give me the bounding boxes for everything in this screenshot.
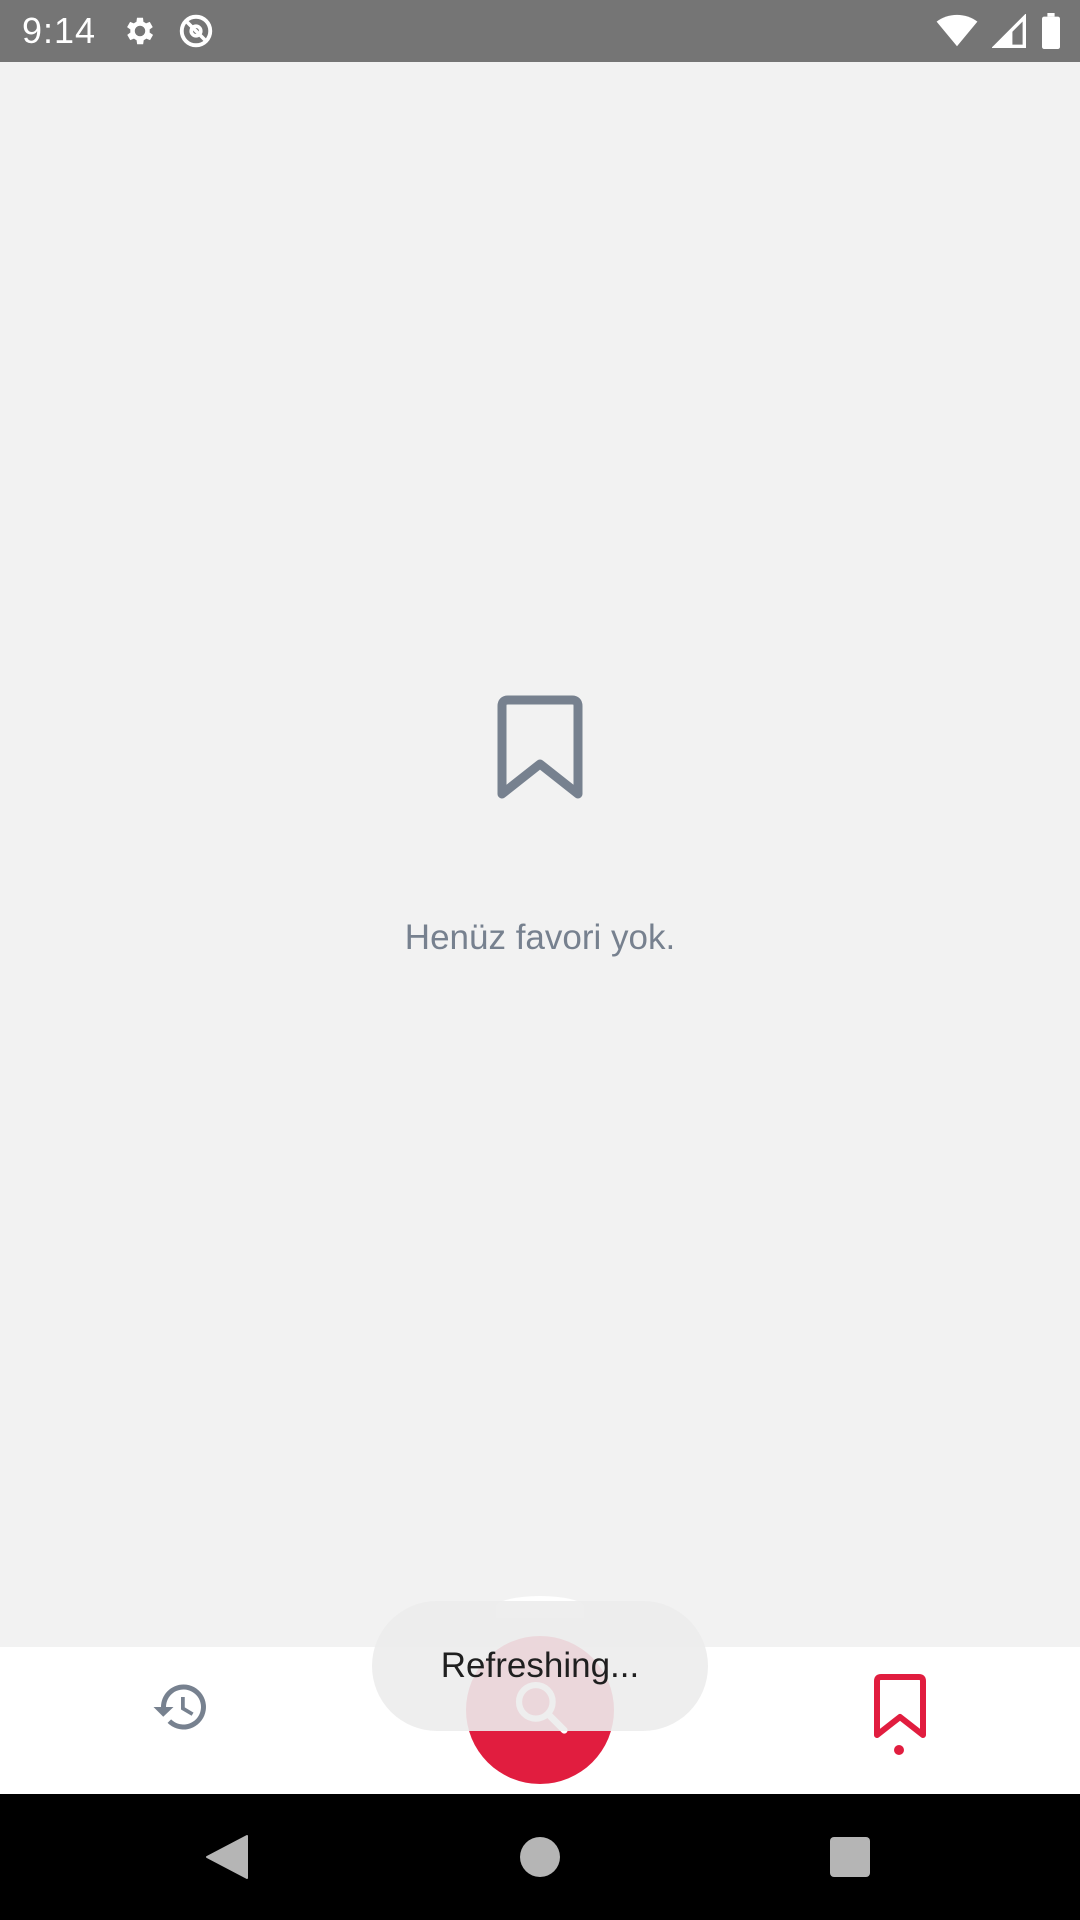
favorites-screen bbox=[0, 62, 1080, 1647]
active-tab-indicator bbox=[894, 1745, 904, 1755]
back-icon[interactable] bbox=[205, 1834, 249, 1880]
status-bar: 9:14 bbox=[0, 0, 1080, 62]
favorites-tab-bookmark-icon[interactable] bbox=[872, 1673, 928, 1741]
empty-state-message: Henüz favori yok. bbox=[404, 918, 676, 957]
toast-text: Refreshing... bbox=[440, 1646, 640, 1685]
status-time: 9:14 bbox=[22, 10, 97, 51]
no-disturb-at-icon bbox=[179, 14, 213, 48]
system-navigation-bar bbox=[0, 1794, 1080, 1920]
cell-signal-icon bbox=[992, 14, 1026, 48]
home-icon[interactable] bbox=[520, 1837, 560, 1877]
settings-gear-icon bbox=[127, 17, 154, 45]
wifi-icon bbox=[936, 14, 978, 47]
history-icon[interactable] bbox=[151, 1677, 211, 1737]
battery-icon bbox=[1042, 13, 1060, 49]
status-icons bbox=[936, 12, 1062, 50]
empty-bookmark-icon bbox=[497, 695, 583, 799]
refreshing-toast: Refreshing... bbox=[372, 1601, 708, 1731]
recent-apps-icon[interactable] bbox=[830, 1837, 870, 1877]
